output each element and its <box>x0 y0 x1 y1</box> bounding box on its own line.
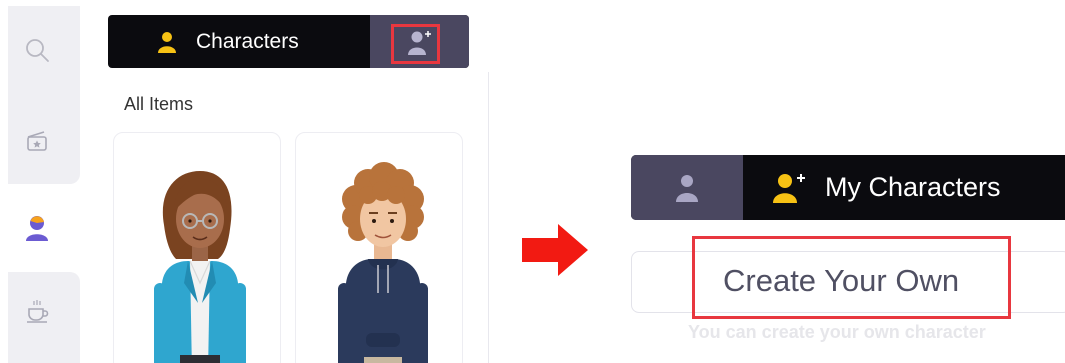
person-icon <box>676 174 698 202</box>
create-your-own-button[interactable]: Create Your Own <box>723 263 959 299</box>
woman-character-illustration <box>154 171 246 363</box>
scene-icon[interactable] <box>23 127 51 155</box>
right-arrow-icon <box>522 224 588 276</box>
person-icon <box>158 31 176 53</box>
man-character-illustration <box>338 162 428 363</box>
tab-my-characters-label: My Characters <box>825 172 1001 202</box>
character-card[interactable] <box>295 132 463 363</box>
tab-characters-label: Characters <box>196 29 299 53</box>
add-person-icon <box>407 30 431 55</box>
characters-header: Characters <box>108 15 469 68</box>
add-person-icon <box>773 173 805 203</box>
search-icon[interactable] <box>23 36 51 64</box>
coffee-icon[interactable] <box>23 296 51 324</box>
left-rail <box>8 6 80 363</box>
rail-group-top <box>8 6 80 184</box>
character-icon[interactable] <box>23 214 51 242</box>
section-label: All Items <box>124 94 194 114</box>
character-card[interactable] <box>113 132 281 363</box>
panel-divider <box>488 72 489 363</box>
create-hint-text: You can create your own character <box>688 322 986 342</box>
tab-my-characters[interactable]: My Characters <box>743 155 1065 220</box>
tab-all-characters[interactable] <box>631 155 743 220</box>
my-characters-header: My Characters <box>631 155 1065 220</box>
tab-characters[interactable]: Characters <box>108 15 370 68</box>
add-character-button[interactable] <box>370 15 469 68</box>
